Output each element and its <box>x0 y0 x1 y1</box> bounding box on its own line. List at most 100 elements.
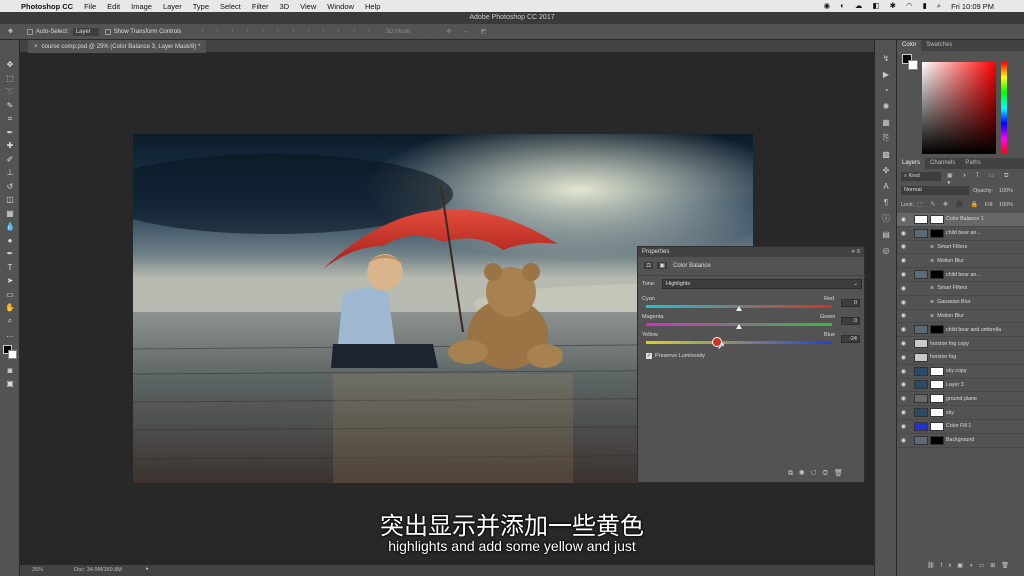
layer-row[interactable]: ◉ horizon fog <box>897 351 1024 365</box>
menu-layer[interactable]: Layer <box>163 2 182 11</box>
fx-icon[interactable]: fx <box>941 563 958 569</box>
visibility-eye-icon[interactable]: ◉ <box>897 340 910 347</box>
quick-select-icon[interactable]: ✎ <box>0 99 20 113</box>
layer-row[interactable]: ◉ ≋ Smart Filters <box>897 282 1024 296</box>
color-swatches-icon[interactable] <box>0 342 20 364</box>
layer-filter-dropdown[interactable]: ⌕ Kind <box>901 172 941 181</box>
layer-mask-thumbnail[interactable] <box>930 421 944 431</box>
color-field[interactable] <box>922 62 996 154</box>
blend-mode-dropdown[interactable]: Normal <box>901 186 969 195</box>
shape-icon[interactable]: ▭ <box>0 288 20 302</box>
brush-presets-icon[interactable]: ◔ <box>875 82 897 98</box>
menu-file[interactable]: File <box>84 2 96 11</box>
layer-row[interactable]: ◉ child bear and umbrella <box>897 323 1024 338</box>
lasso-icon[interactable]: ➰ <box>0 85 20 99</box>
eyedropper-icon[interactable]: ✒ <box>0 126 20 140</box>
cyan-red-value[interactable]: 0 <box>841 299 860 307</box>
clone-source-icon[interactable]: ⎘ <box>875 130 897 146</box>
layer-mask-thumbnail[interactable] <box>930 228 944 238</box>
visibility-icon[interactable]: ◎ <box>822 470 834 477</box>
delete-layer-icon[interactable]: 🗑 <box>1001 563 1015 569</box>
status-arrow-icon[interactable]: ▸ <box>146 566 149 572</box>
menu-image[interactable]: Image <box>131 2 152 11</box>
new-layer-icon[interactable]: ⊞ <box>990 563 1001 569</box>
healing-icon[interactable]: ✚ <box>0 139 20 153</box>
zoom-level[interactable]: 25% <box>32 567 43 573</box>
layer-row[interactable]: ◉ child bear an... <box>897 268 1024 282</box>
mask-icon[interactable]: ▣ <box>657 262 668 269</box>
add-mask-icon[interactable]: ▣ <box>957 563 969 569</box>
path-select-icon[interactable]: ➤ <box>0 274 20 288</box>
character-icon[interactable]: A <box>875 178 897 194</box>
move-icon[interactable]: ✥ <box>0 58 20 72</box>
visibility-eye-icon[interactable]: ◉ <box>897 423 910 430</box>
magenta-green-value[interactable]: 0 <box>841 317 860 325</box>
actions-icon[interactable]: ▶ <box>875 66 897 82</box>
menu-type[interactable]: Type <box>193 2 209 11</box>
tab-layers[interactable]: Layers <box>897 158 926 169</box>
menu-select[interactable]: Select <box>220 2 241 11</box>
layer-mask-thumbnail[interactable] <box>930 270 944 280</box>
layer-row[interactable]: ◉ Background <box>897 434 1024 448</box>
visibility-eye-icon[interactable]: ◉ <box>897 326 910 333</box>
cyan-red-thumb[interactable] <box>736 306 742 311</box>
blur-icon[interactable]: 💧 <box>0 220 20 234</box>
visibility-eye-icon[interactable]: ◉ <box>897 381 910 388</box>
visibility-eye-icon[interactable]: ◉ <box>897 285 910 292</box>
visibility-eye-icon[interactable]: ◉ <box>897 216 910 223</box>
yellow-blue-value[interactable]: -24 <box>841 335 860 343</box>
brush-icon[interactable]: ✐ <box>0 153 20 167</box>
panel-menu-icon[interactable]: » ≡ <box>851 249 860 255</box>
layer-row[interactable]: ◉ Layer 3 <box>897 379 1024 393</box>
crop-icon[interactable]: ⌗ <box>0 112 20 126</box>
layer-mask-thumbnail[interactable] <box>930 394 944 404</box>
layer-mask-thumbnail[interactable] <box>930 214 944 224</box>
visibility-eye-icon[interactable]: ◉ <box>897 395 910 402</box>
visibility-eye-icon[interactable]: ◉ <box>897 312 910 319</box>
visibility-eye-icon[interactable]: ◉ <box>897 354 910 361</box>
auto-select-dropdown[interactable]: Layer <box>72 27 99 36</box>
hue-slider[interactable] <box>1001 62 1007 154</box>
clip-icon[interactable]: ⧉ <box>788 470 799 477</box>
history-brush-icon[interactable]: ↺ <box>0 180 20 194</box>
menu-edit[interactable]: Edit <box>107 2 120 11</box>
fill-value[interactable]: 100% <box>999 202 1013 208</box>
group-icon[interactable]: ▭ <box>979 563 991 569</box>
visibility-eye-icon[interactable]: ◉ <box>897 409 910 416</box>
checkbox-checked-icon[interactable]: ✓ <box>646 353 652 359</box>
history-icon[interactable]: ↯ <box>875 50 897 66</box>
eraser-icon[interactable]: ◫ <box>0 193 20 207</box>
layer-row[interactable]: ◉ sky <box>897 406 1024 420</box>
adjustment-layer-icon[interactable]: ◑ <box>969 563 979 569</box>
clone-stamp-icon[interactable]: ⊥ <box>0 166 20 180</box>
menu-view[interactable]: View <box>300 2 316 11</box>
layer-row[interactable]: ◉ ≋ Motion Blur <box>897 310 1024 324</box>
tab-color[interactable]: Color <box>897 40 922 51</box>
pen-icon[interactable]: ✒ <box>0 247 20 261</box>
menu-help[interactable]: Help <box>365 2 380 11</box>
app-menu[interactable]: Photoshop CC <box>21 2 73 11</box>
hand-icon[interactable]: ✋ <box>0 301 20 315</box>
move-tool-icon[interactable]: ✥ <box>8 28 13 35</box>
quick-mask-icon[interactable]: ◙ <box>0 364 20 378</box>
visibility-eye-icon[interactable]: ◉ <box>897 299 910 306</box>
show-transform-checkbox[interactable] <box>104 28 111 35</box>
tab-paths[interactable]: Paths <box>960 158 985 169</box>
zoom-icon[interactable]: ⌕ <box>0 315 20 329</box>
view-previous-icon[interactable]: ◉ <box>799 470 811 477</box>
visibility-eye-icon[interactable]: ◉ <box>897 243 910 250</box>
visibility-eye-icon[interactable]: ◉ <box>897 437 910 444</box>
magenta-green-thumb[interactable] <box>736 324 742 329</box>
styles-icon[interactable]: ▦ <box>875 114 897 130</box>
layer-row[interactable]: ◉ Color Fill 1 <box>897 420 1024 434</box>
screen-mode-icon[interactable]: ▣ <box>0 377 20 391</box>
layer-row[interactable]: ◉ horizon fog copy <box>897 337 1024 351</box>
align-icons[interactable]: ⫶ ⫶ ⫶ ⫶ ⫶ ⫶ ⫶ ⫶ ⫶ ⫶ ⫶ ⫶ <box>201 28 375 35</box>
menu-window[interactable]: Window <box>327 2 354 11</box>
more-tools-icon[interactable]: … <box>0 328 20 342</box>
tab-swatches[interactable]: Swatches <box>921 40 957 51</box>
document-tab[interactable]: × course comp.psd @ 25% (Color Balance 3… <box>28 40 207 53</box>
layer-row[interactable]: ◉ ≋ Motion Blur <box>897 254 1024 269</box>
layer-mask-thumbnail[interactable] <box>930 408 944 418</box>
tool-presets-icon[interactable]: ✜ <box>875 162 897 178</box>
